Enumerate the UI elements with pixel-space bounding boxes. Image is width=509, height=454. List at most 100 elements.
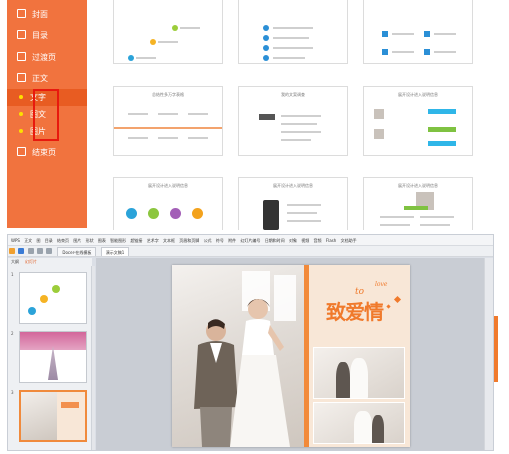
menu-item[interactable]: 附件 xyxy=(228,235,236,245)
menu-item[interactable]: 日期和时间 xyxy=(265,235,285,245)
slide-thumbnail[interactable] xyxy=(19,272,87,324)
menu-item[interactable]: 图片 xyxy=(73,235,81,245)
color-bar xyxy=(404,206,428,210)
template-thumbnail[interactable]: 展开设计进入说明信息 xyxy=(113,177,223,230)
right-panel xyxy=(57,392,85,440)
tab-label: Docer-在线模板 xyxy=(62,250,92,255)
text-line xyxy=(420,216,454,218)
template-thumbnail[interactable]: 我的文案调查 xyxy=(238,86,348,156)
slide-thumbnail-active[interactable] xyxy=(19,390,87,442)
text-line xyxy=(188,137,208,139)
timeline-dot xyxy=(128,55,134,61)
sidebar-item-transition[interactable]: 过渡页 xyxy=(7,49,87,67)
thumbnail-title: 展开设计进入说明信息 xyxy=(398,92,438,97)
save-icon[interactable] xyxy=(18,248,25,254)
number-badge xyxy=(382,49,388,55)
number-badge xyxy=(424,49,430,55)
circle-icon xyxy=(170,208,181,219)
tab-label: 演示文稿1 xyxy=(105,250,125,255)
template-thumbnail[interactable] xyxy=(238,0,348,64)
text-line xyxy=(392,33,414,35)
screenshot-root: 封面 目录 过渡页 正文 文字 图文 图片 结束页 总结性多万字表格 我的文案调… xyxy=(0,0,509,454)
template-gallery: 封面 目录 过渡页 正文 文字 图文 图片 结束页 总结性多万字表格 我的文案调… xyxy=(0,0,509,230)
menu-item[interactable]: 页眉和页脚 xyxy=(179,235,199,245)
tab-docer-templates[interactable]: Docer-在线模板 xyxy=(57,247,97,256)
menu-item[interactable]: 对象 xyxy=(289,235,297,245)
circle-icon xyxy=(148,208,159,219)
menu-item[interactable]: Flash xyxy=(326,235,336,245)
print-icon[interactable] xyxy=(27,248,34,254)
tab-slides[interactable]: 幻灯片 xyxy=(25,259,37,264)
slide-thumbnail[interactable] xyxy=(19,331,87,383)
undo-icon[interactable] xyxy=(36,248,43,254)
cover-icon xyxy=(17,9,26,18)
canvas-scrollbar[interactable] xyxy=(484,258,493,450)
text-line xyxy=(287,204,321,206)
menu-item[interactable]: 符号 xyxy=(216,235,224,245)
text-line xyxy=(273,47,313,49)
slide-title: 致爱情 xyxy=(326,300,384,324)
label-block xyxy=(259,114,275,120)
template-thumbnail[interactable] xyxy=(113,0,223,64)
text-line xyxy=(434,51,456,53)
menu-item[interactable]: 智能图形 xyxy=(110,235,126,245)
text-line xyxy=(392,51,414,53)
thumbnail-title: 展开设计进入说明信息 xyxy=(148,183,188,188)
menu-item[interactable]: 文档助手 xyxy=(341,235,357,245)
timeline-line xyxy=(114,127,222,129)
list-bullet xyxy=(263,55,269,61)
photo-placeholder xyxy=(374,129,384,139)
tab-presentation[interactable]: 演示文稿1 xyxy=(100,247,130,256)
photo-placeholder xyxy=(374,109,384,119)
sidebar-item-label: 正文 xyxy=(32,74,48,83)
menu-item[interactable]: 正文 xyxy=(24,235,32,245)
groom-silhouette xyxy=(336,362,350,398)
tab-outline[interactable]: 大纲 xyxy=(11,259,19,264)
template-thumbnail[interactable]: 总结性多万字表格 xyxy=(113,86,223,156)
slide-number: 2 xyxy=(11,331,14,336)
text-line xyxy=(273,27,313,29)
sidebar-item-label: 过渡页 xyxy=(32,53,56,62)
eiffel-tower-image xyxy=(48,346,58,380)
folder-icon[interactable] xyxy=(9,248,15,254)
sidebar-item-cover[interactable]: 封面 xyxy=(7,6,87,24)
timeline-dot xyxy=(172,25,178,31)
current-slide[interactable]: love to 致爱情 xyxy=(172,265,410,447)
menu-item[interactable]: 公式 xyxy=(204,235,212,245)
text-line xyxy=(380,216,414,218)
menu-item[interactable]: 目录 xyxy=(45,235,53,245)
menu-item[interactable]: 音频 xyxy=(314,235,322,245)
slide-number: 3 xyxy=(11,390,14,395)
sidebar-item-ending[interactable]: 结束页 xyxy=(7,144,87,162)
phone-icon xyxy=(263,200,279,230)
menu-item[interactable]: 文本框 xyxy=(163,235,175,245)
text-line xyxy=(273,37,309,39)
redo-icon[interactable] xyxy=(46,248,53,254)
toc-icon xyxy=(17,30,26,39)
timeline-dot xyxy=(40,295,48,303)
text-line xyxy=(136,57,156,59)
sidebar-item-toc[interactable]: 目录 xyxy=(7,27,87,45)
text-line xyxy=(420,224,450,226)
menu-item[interactable]: 图表 xyxy=(98,235,106,245)
menu-item[interactable]: 艺术字 xyxy=(147,235,159,245)
template-thumbnail[interactable] xyxy=(363,0,473,64)
menu-item[interactable]: 超链接 xyxy=(130,235,142,245)
template-thumbnail[interactable]: 展开设计进入说明信息 xyxy=(238,177,348,230)
heart-decoration xyxy=(386,304,391,309)
menu-item[interactable]: 图 xyxy=(36,235,40,245)
menu-item[interactable]: 视频 xyxy=(301,235,309,245)
color-bar xyxy=(428,141,456,146)
slide-panel-scrollbar[interactable] xyxy=(92,266,95,450)
menu-bar: WPS 正文 图 目录 结束页 图片 形状 图表 智能图形 超链接 艺术字 文本… xyxy=(8,235,493,246)
menu-item[interactable]: WPS xyxy=(11,235,20,245)
presentation-editor-window: WPS 正文 图 目录 结束页 图片 形状 图表 智能图形 超链接 艺术字 文本… xyxy=(7,234,494,451)
menu-item[interactable]: 幻灯片编号 xyxy=(240,235,260,245)
text-line xyxy=(180,27,200,29)
sidebar-item-body[interactable]: 正文 xyxy=(7,70,87,88)
template-thumbnail[interactable]: 展开设计进入说明信息 xyxy=(363,177,473,230)
template-thumbnail[interactable]: 展开设计进入说明信息 xyxy=(363,86,473,156)
menu-item[interactable]: 结束页 xyxy=(57,235,69,245)
menu-item[interactable]: 形状 xyxy=(86,235,94,245)
slide-number: 1 xyxy=(11,272,14,277)
